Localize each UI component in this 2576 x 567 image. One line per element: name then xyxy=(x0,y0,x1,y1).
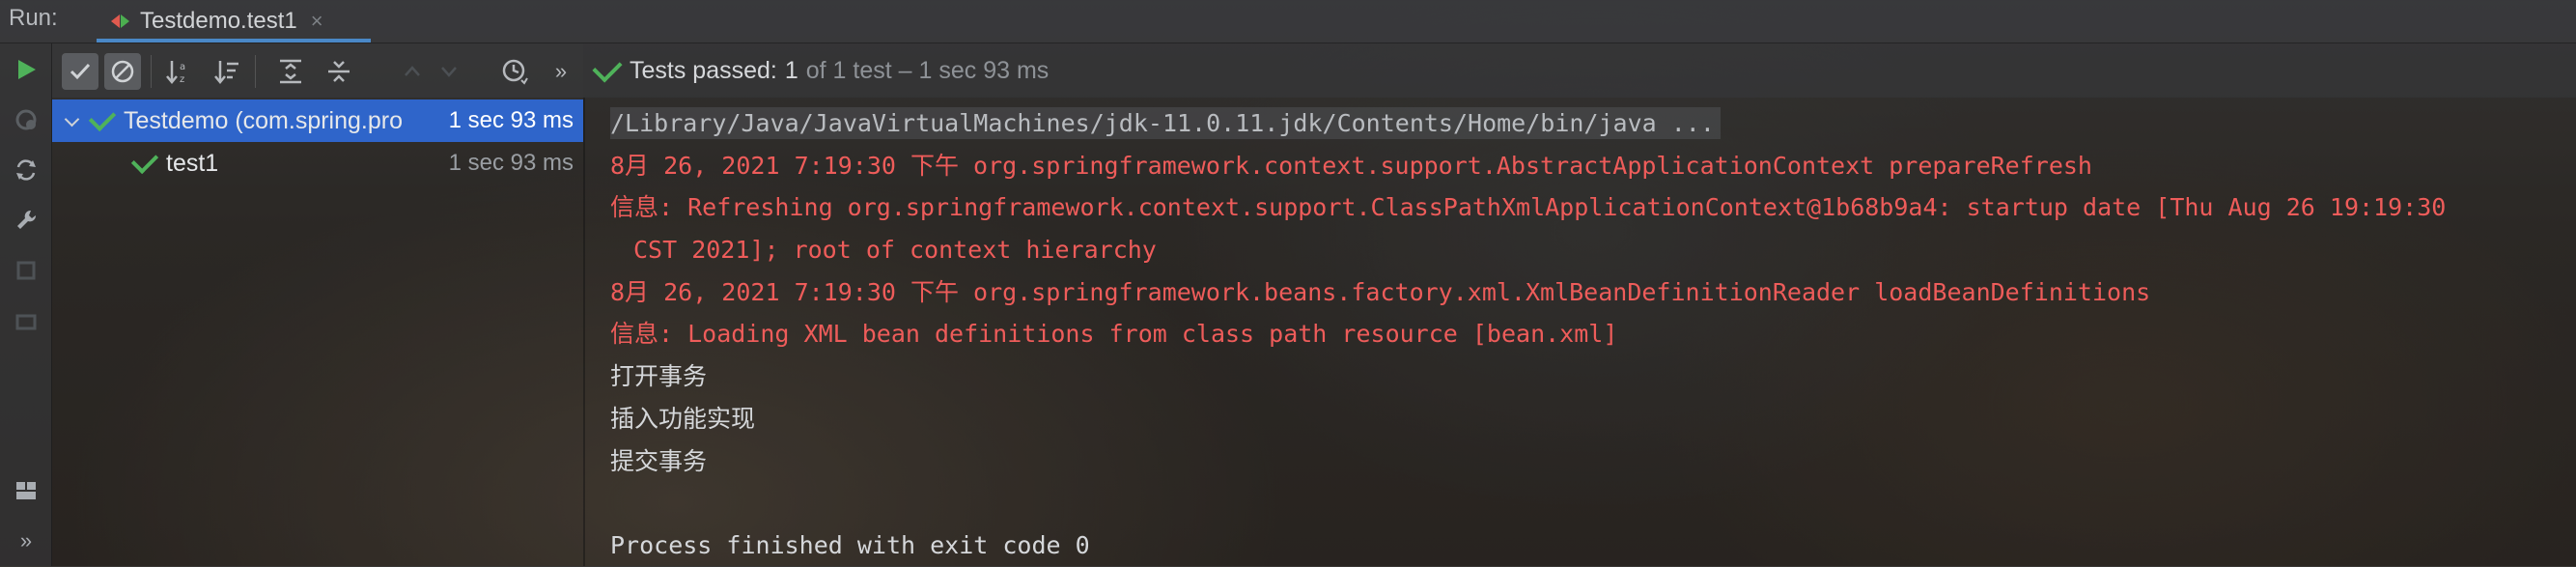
previous-test-icon xyxy=(394,53,431,90)
rerun-failed-icon[interactable] xyxy=(12,105,41,134)
settings-wrench-icon[interactable] xyxy=(12,206,41,235)
test-status-bar: Tests passed: 1 of 1 test – 1 sec 93 ms xyxy=(583,43,2576,98)
console-output[interactable]: /Library/Java/JavaVirtualMachines/jdk-11… xyxy=(610,102,2570,567)
tests-passed-count: 1 xyxy=(784,56,798,84)
next-test-icon xyxy=(431,53,467,90)
disabled-camera-icon xyxy=(12,306,41,335)
console-line: 信息: Loading XML bean definitions from cl… xyxy=(610,320,1618,349)
toolbar-separator xyxy=(151,55,152,88)
tree-node-duration: 1 sec 93 ms xyxy=(448,150,574,176)
console-line: /Library/Java/JavaVirtualMachines/jdk-11… xyxy=(610,102,2570,145)
chevron-down-icon[interactable] xyxy=(64,112,81,129)
show-passed-icon[interactable] xyxy=(62,53,98,90)
more-icon[interactable]: » xyxy=(543,53,579,90)
expand-all-icon[interactable] xyxy=(272,53,309,90)
junit-run-config-icon xyxy=(109,11,130,32)
sort-by-duration-icon[interactable] xyxy=(209,53,245,90)
console-line: Process finished with exit code 0 xyxy=(610,530,1090,559)
java-command-line[interactable]: /Library/Java/JavaVirtualMachines/jdk-11… xyxy=(610,107,1721,139)
tree-node-testdemo[interactable]: Testdemo (com.spring.pro 1 sec 93 ms xyxy=(52,99,583,142)
tree-node-label: test1 xyxy=(166,149,219,177)
console-line: 信息: Refreshing org.springframework.conte… xyxy=(610,193,2447,222)
console-line: CST 2021]; root of context hierarchy xyxy=(633,236,1157,265)
layout-icon[interactable] xyxy=(12,476,41,505)
passed-check-icon xyxy=(592,52,623,83)
tree-node-duration: 1 sec 93 ms xyxy=(444,107,574,134)
tree-node-test1[interactable]: test1 1 sec 93 ms xyxy=(52,142,583,184)
run-label: Run: xyxy=(9,5,58,31)
console-line: 打开事务 xyxy=(610,362,708,391)
test-results-toolbar: az » xyxy=(52,43,583,98)
left-vertical-toolbar: » xyxy=(0,43,52,566)
passed-check-icon xyxy=(130,146,159,175)
console-line: 插入功能实现 xyxy=(610,404,756,433)
collapse-all-icon[interactable] xyxy=(321,53,357,90)
toolbar-separator xyxy=(255,55,256,88)
panel-divider[interactable] xyxy=(583,98,585,566)
more-icon[interactable]: » xyxy=(12,526,41,555)
tab-active-indicator xyxy=(97,39,371,43)
test-history-icon[interactable] xyxy=(496,53,533,90)
disabled-tool-icon xyxy=(12,256,41,285)
run-tool-window-header: Run: Testdemo.test1 × xyxy=(0,0,2576,43)
console-line: 提交事务 xyxy=(610,446,708,475)
run-icon[interactable] xyxy=(12,55,41,84)
svg-text:z: z xyxy=(180,74,184,85)
passed-check-icon xyxy=(88,103,117,132)
sort-alphabetically-icon[interactable]: az xyxy=(160,53,197,90)
tests-summary: of 1 test – 1 sec 93 ms xyxy=(805,56,1050,84)
tab-title: Testdemo.test1 xyxy=(140,8,297,34)
tree-node-label: Testdemo (com.spring.pro xyxy=(124,106,404,134)
toggle-auto-test-icon[interactable] xyxy=(12,156,41,184)
svg-text:a: a xyxy=(180,62,185,72)
console-line: 8月 26, 2021 7:19:30 下午 org.springframewo… xyxy=(610,151,2092,180)
tests-passed-label: Tests passed: xyxy=(630,56,777,84)
console-line: 8月 26, 2021 7:19:30 下午 org.springframewo… xyxy=(610,277,2151,306)
show-ignored-icon[interactable] xyxy=(104,53,141,90)
test-tree: Testdemo (com.spring.pro 1 sec 93 ms tes… xyxy=(52,98,583,566)
run-tab-testdemo[interactable]: Testdemo.test1 × xyxy=(99,0,337,43)
tab-close-icon[interactable]: × xyxy=(311,9,323,34)
